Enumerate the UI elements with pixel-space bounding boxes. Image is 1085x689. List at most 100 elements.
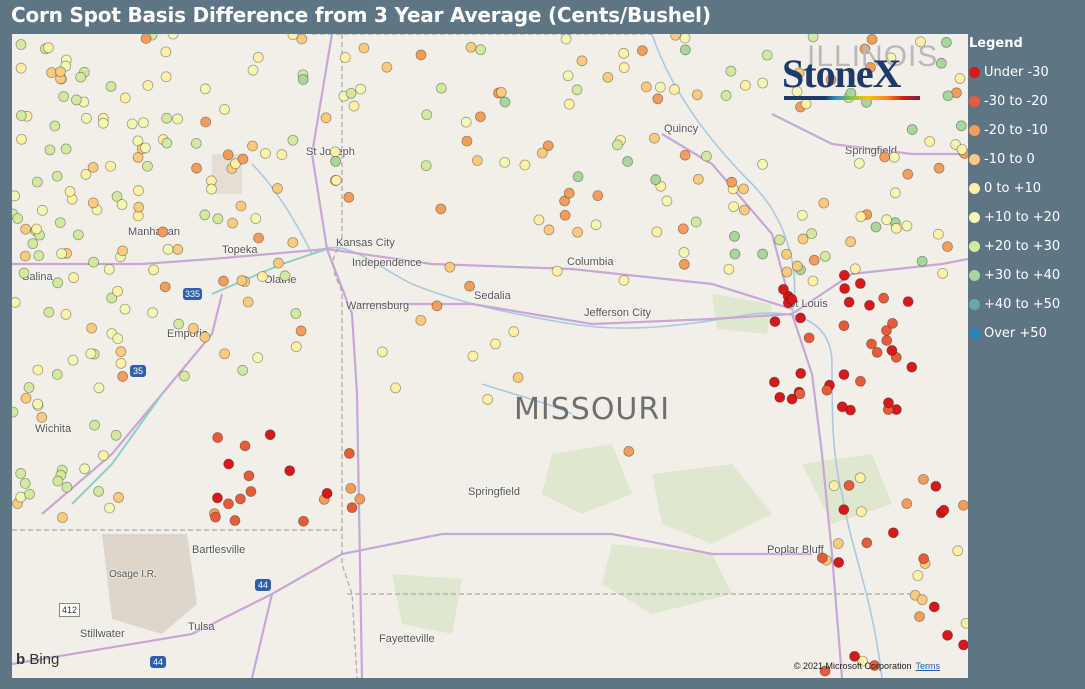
basis-point[interactable]: [928, 601, 940, 613]
basis-point[interactable]: [44, 144, 56, 156]
basis-point[interactable]: [838, 504, 850, 516]
basis-point[interactable]: [916, 255, 928, 267]
basis-point[interactable]: [612, 139, 623, 151]
basis-point[interactable]: [27, 238, 39, 250]
basis-point[interactable]: [691, 89, 703, 101]
basis-point[interactable]: [329, 146, 341, 158]
basis-point[interactable]: [15, 39, 27, 50]
basis-point[interactable]: [210, 511, 221, 523]
basis-point[interactable]: [257, 271, 268, 282]
basis-point[interactable]: [113, 492, 124, 503]
basis-point[interactable]: [499, 96, 511, 108]
basis-point[interactable]: [879, 151, 891, 163]
basis-point[interactable]: [272, 257, 284, 269]
basis-point[interactable]: [729, 248, 741, 260]
basis-point[interactable]: [960, 617, 968, 629]
basis-point[interactable]: [223, 458, 235, 470]
basis-point[interactable]: [290, 341, 302, 353]
basis-point[interactable]: [942, 90, 954, 102]
basis-point[interactable]: [222, 149, 234, 161]
legend-item[interactable]: -30 to -20: [969, 87, 1085, 116]
basis-point[interactable]: [843, 296, 855, 308]
basis-point[interactable]: [343, 447, 355, 459]
basis-point[interactable]: [720, 90, 732, 101]
basis-point[interactable]: [343, 191, 355, 203]
basis-point[interactable]: [212, 432, 224, 443]
basis-point[interactable]: [774, 391, 786, 403]
basis-point[interactable]: [855, 375, 866, 387]
basis-point[interactable]: [499, 156, 511, 168]
basis-point[interactable]: [12, 406, 19, 418]
basis-point[interactable]: [32, 398, 44, 410]
basis-point[interactable]: [115, 346, 127, 357]
basis-point[interactable]: [864, 299, 875, 311]
basis-point[interactable]: [287, 134, 299, 146]
basis-point[interactable]: [86, 322, 98, 334]
basis-point[interactable]: [103, 263, 115, 275]
basis-point[interactable]: [31, 223, 42, 235]
basis-point[interactable]: [878, 292, 890, 304]
basis-point[interactable]: [117, 371, 129, 382]
basis-point[interactable]: [559, 209, 571, 221]
basis-point[interactable]: [883, 397, 894, 409]
basis-point[interactable]: [838, 269, 850, 281]
basis-point[interactable]: [358, 42, 370, 54]
basis-point[interactable]: [781, 248, 792, 260]
basis-point[interactable]: [942, 629, 953, 641]
basis-point[interactable]: [87, 197, 99, 209]
basis-point[interactable]: [89, 419, 100, 431]
basis-point[interactable]: [838, 320, 850, 332]
basis-point[interactable]: [16, 133, 27, 145]
legend-item[interactable]: +40 to +50: [969, 290, 1085, 319]
basis-point[interactable]: [160, 71, 172, 83]
basis-point[interactable]: [572, 171, 584, 183]
basis-point[interactable]: [298, 515, 309, 527]
basis-point[interactable]: [651, 226, 663, 238]
basis-point[interactable]: [861, 537, 873, 549]
basis-point[interactable]: [260, 148, 271, 159]
basis-point[interactable]: [57, 512, 68, 523]
basis-point[interactable]: [88, 256, 99, 268]
basis-point[interactable]: [330, 155, 341, 167]
basis-point[interactable]: [49, 120, 61, 132]
basis-point[interactable]: [728, 201, 740, 213]
basis-point[interactable]: [159, 281, 171, 293]
basis-point[interactable]: [415, 49, 427, 61]
basis-point[interactable]: [918, 553, 930, 565]
basis-point[interactable]: [160, 46, 172, 58]
basis-point[interactable]: [576, 55, 588, 67]
basis-point[interactable]: [376, 346, 388, 358]
basis-point[interactable]: [808, 254, 820, 266]
basis-point[interactable]: [887, 317, 898, 329]
basis-point[interactable]: [828, 480, 840, 492]
basis-point[interactable]: [31, 176, 43, 188]
basis-point[interactable]: [199, 209, 211, 221]
basis-point[interactable]: [797, 233, 809, 245]
basis-point[interactable]: [845, 236, 857, 248]
basis-point[interactable]: [669, 84, 680, 95]
basis-point[interactable]: [245, 486, 257, 497]
basis-point[interactable]: [117, 245, 129, 257]
basis-point[interactable]: [42, 42, 54, 54]
basis-point[interactable]: [12, 213, 24, 224]
basis-point[interactable]: [247, 64, 259, 76]
basis-point[interactable]: [19, 478, 31, 489]
basis-point[interactable]: [20, 223, 32, 235]
basis-point[interactable]: [938, 504, 950, 516]
basis-point[interactable]: [881, 335, 893, 346]
basis-point[interactable]: [533, 214, 545, 226]
basis-point[interactable]: [572, 226, 583, 238]
basis-point[interactable]: [536, 147, 548, 159]
basis-point[interactable]: [918, 473, 929, 485]
basis-point[interactable]: [592, 190, 604, 202]
legend-item[interactable]: -20 to -10: [969, 116, 1085, 145]
basis-point[interactable]: [640, 81, 652, 93]
basis-point[interactable]: [229, 515, 241, 526]
basis-point[interactable]: [738, 183, 749, 195]
basis-point[interactable]: [252, 51, 264, 63]
basis-point[interactable]: [218, 275, 229, 287]
basis-point[interactable]: [173, 318, 185, 330]
basis-point[interactable]: [618, 274, 630, 286]
basis-point[interactable]: [15, 62, 27, 74]
basis-point[interactable]: [888, 151, 900, 163]
